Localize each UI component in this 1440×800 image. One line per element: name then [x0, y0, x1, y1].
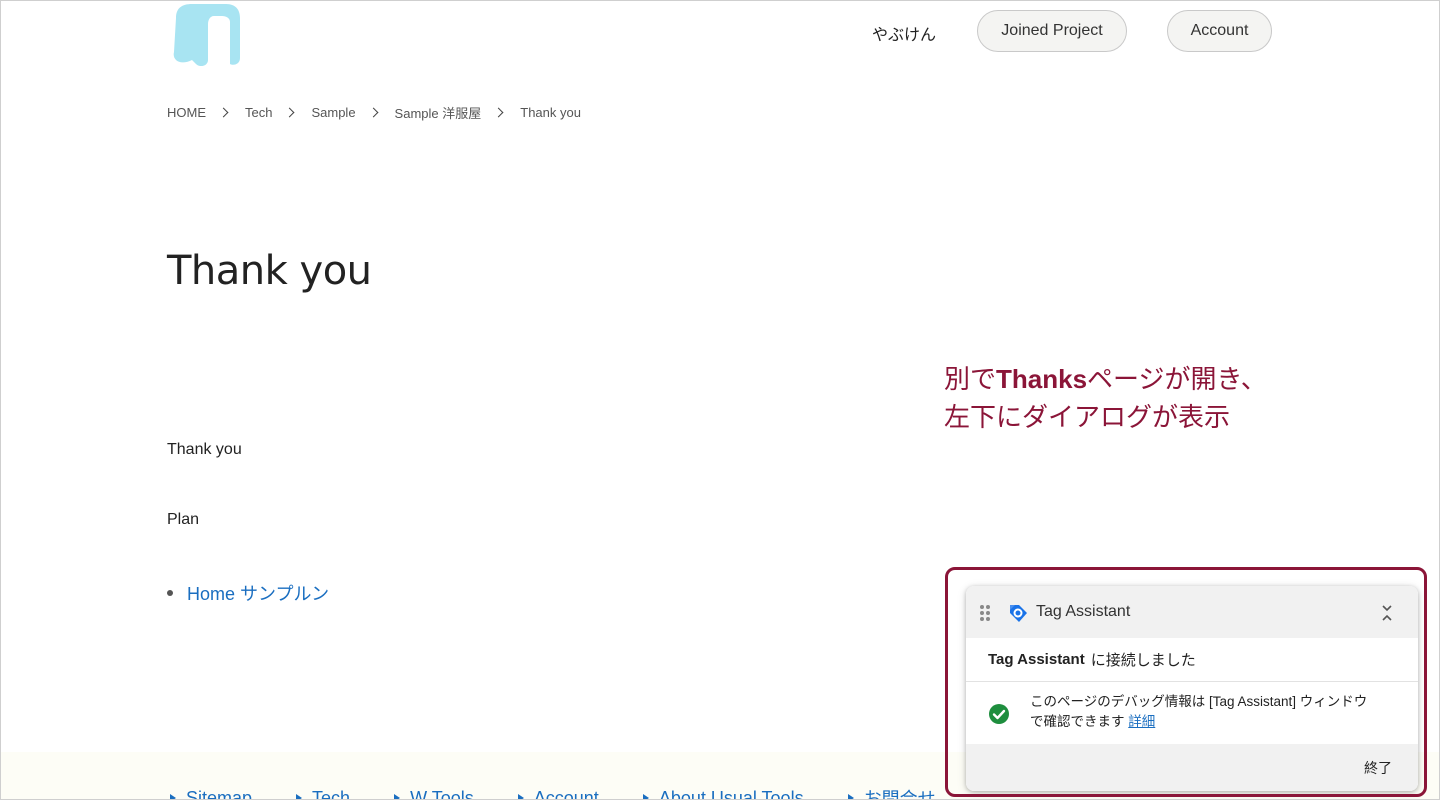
thank-you-text: Thank you [167, 441, 242, 458]
chevron-right-icon [218, 107, 229, 118]
breadcrumb-current: Thank you [520, 105, 581, 120]
user-name[interactable]: やぶけん [872, 21, 936, 45]
triangle-right-icon [170, 794, 176, 800]
breadcrumb: HOME Tech Sample Sample 洋服屋 Thank you [167, 103, 581, 122]
plan-text: Plan [167, 511, 200, 528]
bullet-icon [167, 590, 173, 596]
triangle-right-icon [517, 794, 524, 800]
joined-project-button[interactable]: Joined Project [977, 10, 1127, 52]
triangle-right-icon [394, 794, 401, 800]
annotation-note: 別でThanksページが開き、 左下にダイアログが表示 [944, 360, 1267, 436]
breadcrumb-home[interactable]: HOME [167, 105, 206, 120]
site-logo[interactable] [170, 4, 244, 67]
triangle-right-icon [296, 794, 303, 800]
page-title: Thank you [167, 248, 372, 294]
chevron-right-icon [285, 107, 295, 118]
footer-link-w-tools[interactable]: W Tools [394, 785, 474, 800]
account-button[interactable]: Account [1167, 10, 1272, 52]
footer-link-account[interactable]: Account [517, 785, 599, 800]
annotation-highlight-box [945, 567, 1427, 797]
footer-link-about[interactable]: About Usual Tools [642, 785, 804, 800]
breadcrumb-sample[interactable]: Sample [311, 105, 355, 120]
triangle-right-icon [847, 794, 854, 800]
list-item: Home サンプルン [167, 580, 329, 606]
footer-link-tech[interactable]: Tech [296, 785, 350, 800]
footer-links: Sitemap Tech W Tools Account About Usual… [170, 785, 980, 800]
chevron-right-icon [493, 107, 504, 118]
breadcrumb-sample-shop[interactable]: Sample 洋服屋 [395, 103, 482, 122]
triangle-right-icon [642, 794, 649, 800]
annotation-line-2: 左下にダイアログが表示 [944, 402, 1231, 432]
footer-link-sitemap[interactable]: Sitemap [170, 785, 252, 800]
annotation-line-1: 別でThanksページが開き、 [944, 364, 1267, 394]
chevron-right-icon [368, 107, 378, 118]
breadcrumb-tech[interactable]: Tech [245, 105, 272, 120]
footer-link-contact[interactable]: お問合せ [847, 785, 936, 800]
home-sample-link[interactable]: Home サンプルン [187, 580, 329, 606]
